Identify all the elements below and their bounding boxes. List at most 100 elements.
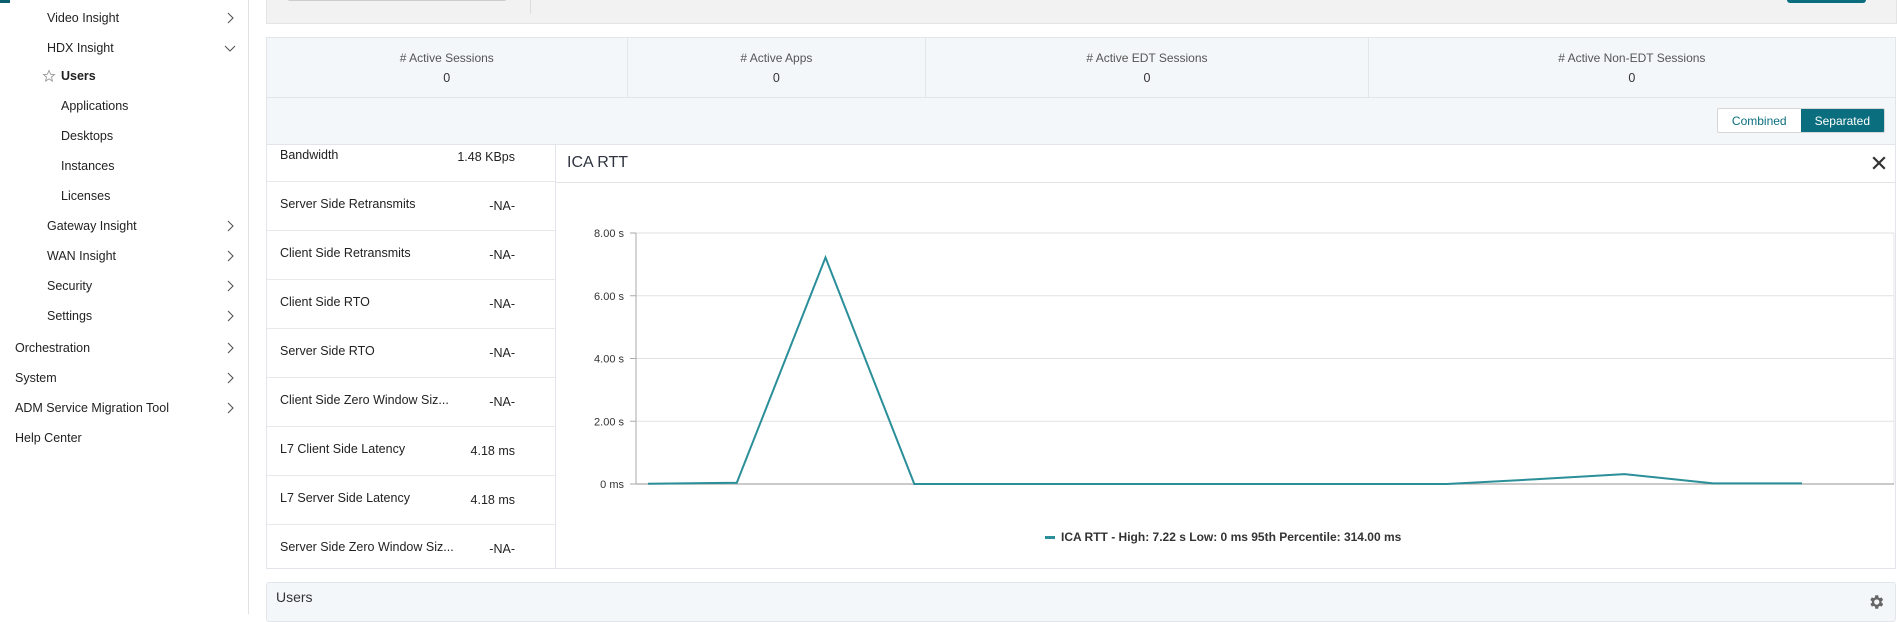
- sidebar-item-label: Help Center: [15, 431, 82, 445]
- chevron-down-icon[interactable]: [223, 41, 237, 55]
- y-tick-label: 4.00 s: [594, 354, 624, 366]
- stat-value: 0: [443, 70, 451, 85]
- ica-rtt-chart: 0 ms 2.00 s 4.00 s 6.00 s 8.00 s: [594, 228, 1895, 491]
- sidebar-item-adm-service-migration-tool[interactable]: ADM Service Migration Tool: [0, 394, 249, 422]
- metric-row[interactable]: Server Side RTO -NA-: [267, 329, 555, 378]
- sidebar-item-desktops[interactable]: Desktops: [0, 122, 249, 150]
- metric-row[interactable]: L7 Server Side Latency 4.18 ms: [267, 476, 555, 525]
- metric-label: Bandwidth: [280, 147, 339, 162]
- sidebar-item-licenses[interactable]: Licenses: [0, 182, 249, 210]
- metric-value: -NA-: [489, 199, 515, 213]
- metric-label: Client Side Retransmits: [280, 245, 411, 260]
- sidebar-item-gateway-insight[interactable]: Gateway Insight: [0, 212, 249, 240]
- metric-value: -NA-: [489, 395, 515, 409]
- chevron-right-icon[interactable]: [223, 249, 237, 263]
- stat-active-edt-sessions: # Active EDT Sessions 0: [926, 38, 1369, 97]
- apply-button[interactable]: [1787, 0, 1866, 3]
- sidebar-item-label: Orchestration: [15, 341, 91, 355]
- metric-row[interactable]: Client Side RTO -NA-: [267, 280, 555, 329]
- sidebar-item-label: Settings: [47, 309, 93, 323]
- metric-label: Client Side RTO: [280, 294, 370, 309]
- sidebar-item-applications[interactable]: Applications: [0, 92, 249, 120]
- sidebar-item-label: Applications: [61, 99, 129, 113]
- chart-legend[interactable]: ICA RTT - High: 7.22 s Low: 0 ms 95th Pe…: [1045, 530, 1401, 544]
- metric-value: -NA-: [489, 297, 515, 311]
- legend-text: ICA RTT - High: 7.22 s Low: 0 ms 95th Pe…: [1061, 530, 1402, 544]
- sidebar-item-label: Gateway Insight: [47, 219, 137, 233]
- sidebar-item-help-center[interactable]: Help Center: [0, 424, 249, 452]
- sidebar-item-label: Instances: [61, 159, 115, 173]
- chevron-right-icon[interactable]: [223, 219, 237, 233]
- stat-value: 0: [1143, 70, 1151, 85]
- sidebar-item-users[interactable]: Users: [0, 62, 249, 90]
- metric-label: L7 Client Side Latency: [280, 441, 406, 456]
- users-panel: Users: [266, 582, 1896, 622]
- sidebar-item-video-insight[interactable]: Video Insight: [0, 4, 249, 32]
- summary-stats: # Active Sessions 0 # Active Apps 0 # Ac…: [266, 37, 1896, 98]
- metric-label: Server Side RTO: [280, 343, 375, 358]
- view-toggle-row: Combined Separated: [266, 98, 1896, 145]
- metric-value: -NA-: [489, 542, 515, 556]
- metric-label: Server Side Zero Window Siz...: [280, 539, 454, 554]
- metric-label: L7 Server Side Latency: [280, 490, 410, 505]
- gear-icon[interactable]: [1867, 593, 1885, 611]
- view-toggle: Combined Separated: [1716, 108, 1885, 133]
- metric-row[interactable]: Client Side Retransmits -NA-: [267, 231, 555, 280]
- sidebar-item-instances[interactable]: Instances: [0, 152, 249, 180]
- series-line-ica-rtt: [647, 254, 1802, 485]
- stat-label: # Active EDT Sessions: [1086, 50, 1208, 65]
- y-tick-label: 6.00 s: [594, 291, 624, 303]
- stat-label: # Active Non-EDT Sessions: [1558, 50, 1706, 65]
- y-tick-label: 2.00 s: [594, 416, 624, 428]
- sidebar-item-label: ADM Service Migration Tool: [15, 401, 169, 415]
- chevron-right-icon[interactable]: [223, 309, 237, 323]
- stat-active-apps: # Active Apps 0: [628, 38, 927, 97]
- metric-row[interactable]: Client Side Zero Window Siz... -NA-: [267, 378, 555, 427]
- sidebar-item-label: Desktops: [61, 129, 114, 143]
- stat-label: # Active Sessions: [399, 50, 494, 65]
- sidebar-item-system[interactable]: System: [0, 364, 249, 392]
- stat-value: 0: [772, 70, 780, 85]
- sidebar-item-label: WAN Insight: [47, 249, 117, 263]
- sidebar: Video Insight HDX Insight Users Application…: [0, 0, 249, 614]
- stat-label: # Active Apps: [740, 50, 813, 65]
- sidebar-item-label: Security: [47, 279, 93, 293]
- y-tick-label: 0 ms: [600, 479, 624, 491]
- legend-swatch: [1045, 535, 1055, 539]
- filter-bar: [266, 0, 1897, 24]
- separated-button[interactable]: Separated: [1800, 109, 1884, 132]
- star-icon[interactable]: [42, 69, 56, 83]
- metric-row[interactable]: Server Side Zero Window Siz... -NA-: [267, 525, 555, 568]
- chevron-right-icon[interactable]: [223, 371, 237, 385]
- sidebar-item-label: Licenses: [61, 189, 111, 203]
- sidebar-item-security[interactable]: Security: [0, 272, 249, 300]
- metric-row[interactable]: Server Side Retransmits -NA-: [267, 182, 555, 231]
- stat-value: 0: [1628, 70, 1636, 85]
- sidebar-item-label: HDX Insight: [47, 41, 114, 55]
- metric-value: 4.18 ms: [470, 444, 515, 458]
- sidebar-accent: [0, 0, 10, 3]
- sidebar-item-label: Video Insight: [47, 11, 120, 25]
- chevron-right-icon[interactable]: [223, 401, 237, 415]
- metric-label: Server Side Retransmits: [280, 196, 416, 211]
- users-title: Users: [276, 589, 313, 605]
- chevron-right-icon[interactable]: [223, 279, 237, 293]
- divider: [530, 0, 531, 14]
- metric-row[interactable]: Bandwidth 1.48 KBps: [267, 145, 555, 182]
- chart-panel: ICA RTT 0 ms 2.00 s 4.00 s 6.00 s 8.00 s: [556, 145, 1896, 569]
- chevron-right-icon[interactable]: [223, 341, 237, 355]
- y-tick-label: 8.00 s: [594, 228, 624, 240]
- sidebar-item-orchestration[interactable]: Orchestration: [0, 334, 249, 362]
- sidebar-item-wan-insight[interactable]: WAN Insight: [0, 242, 249, 270]
- metrics-list: Bandwidth 1.48 KBps Server Side Retransmit…: [266, 145, 556, 569]
- stat-active-sessions: # Active Sessions 0: [267, 38, 628, 97]
- metric-row[interactable]: L7 Client Side Latency 4.18 ms: [267, 427, 555, 476]
- combined-button[interactable]: Combined: [1717, 109, 1801, 132]
- metric-value: -NA-: [489, 248, 515, 262]
- filter-input[interactable]: [287, 0, 507, 1]
- metric-value: -NA-: [489, 346, 515, 360]
- sidebar-item-hdx-insight[interactable]: HDX Insight: [0, 34, 249, 62]
- chevron-right-icon[interactable]: [223, 11, 237, 25]
- metric-value: 1.48 KBps: [457, 150, 515, 164]
- sidebar-item-settings[interactable]: Settings: [0, 302, 249, 330]
